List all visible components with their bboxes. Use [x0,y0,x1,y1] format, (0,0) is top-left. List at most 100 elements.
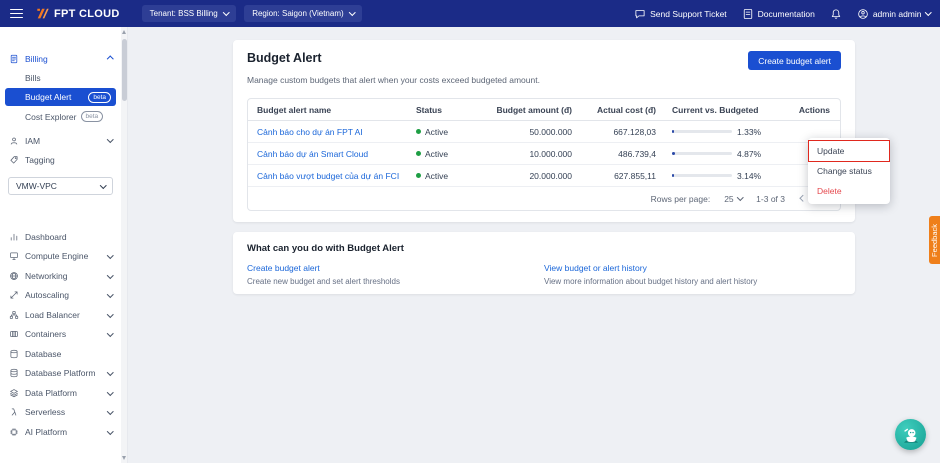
sidebar-item-tagging[interactable]: Tagging [0,150,121,169]
tenant-selector[interactable]: Tenant: BSS Billing [141,5,237,22]
sidebar-item-containers[interactable]: Containers [0,325,121,345]
chevron-up-icon [106,56,113,63]
status-label: Active [425,148,449,159]
sidebar-item-label: Data Platform [25,387,77,398]
help-description: View more information about budget histo… [544,277,758,286]
feedback-label: Feedback [930,223,939,257]
create-budget-alert-button[interactable]: Create budget alert [748,51,841,70]
menu-item-update[interactable]: Update [808,140,890,162]
sidebar-item-ai-platform[interactable]: AI Platform [0,422,121,442]
networking-icon [10,271,18,280]
sidebar-item-load-balancer[interactable]: Load Balancer [0,305,121,325]
chevron-down-icon [106,408,113,415]
serverless-icon [11,408,17,416]
chevron-down-icon [222,9,230,16]
documentation-button[interactable]: Documentation [742,8,815,20]
sidebar-item-database-platform[interactable]: Database Platform [0,364,121,384]
sidebar-item-label: Database Platform [25,368,96,379]
column-header: Status [416,104,442,115]
billing-icon [10,54,18,63]
brand-name: FPT CLOUD [54,7,120,20]
topbar-right: Send Support Ticket Documentation admin … [634,8,931,20]
sidebar-item-dashboard[interactable]: Dashboard [0,227,121,247]
page-subtitle: Manage custom budgets that alert when yo… [247,75,540,85]
chevron-down-icon [106,136,113,143]
avatar-icon [858,8,868,19]
budget-amount: 10.000.000 [529,148,572,159]
iam-icon [10,137,18,144]
region-label: Region: Saigon (Vietnam) [252,9,344,18]
notifications-button[interactable] [830,8,842,20]
sidebar-item-database[interactable]: Database [0,344,121,364]
column-header: Budget alert name [257,104,332,115]
page-title: Budget Alert [247,51,322,65]
assistant-mascot-icon [903,428,918,443]
create-budget-alert-link[interactable]: Create budget alert [247,263,320,273]
chevron-down-icon [106,427,113,434]
send-support-ticket-button[interactable]: Send Support Ticket [634,8,727,20]
sidebar-item-label: Serverless [25,407,66,418]
sidebar-item-data-platform[interactable]: Data Platform [0,383,121,403]
user-menu[interactable]: admin admin [857,8,931,20]
load-balancer-icon [9,310,19,319]
sidebar-item-compute-engine[interactable]: Compute Engine [0,247,121,267]
chevron-down-icon [736,194,744,201]
feedback-tab[interactable]: Feedback [929,216,940,264]
chevron-left-icon [800,195,807,202]
budget-alert-name-link[interactable]: Cảnh báo vượt budget của dự án FCI [257,171,399,181]
hamburger-menu-icon[interactable] [10,8,23,19]
main-content: Budget Alert Create budget alert Manage … [128,27,940,463]
database-platform-icon [10,369,18,378]
table-row: Cảnh báo cho dự án FPT AI Active 50.000.… [248,121,840,143]
budget-amount: 50.000.000 [529,126,572,137]
scrollbar-thumb[interactable] [122,39,127,101]
region-selector[interactable]: Region: Saigon (Vietnam) [244,5,363,22]
rows-per-page-select[interactable]: 25 [724,193,744,204]
dashboard-icon [10,233,18,241]
sidebar-item-billing[interactable]: Billing [0,49,121,68]
assistant-button[interactable] [895,419,926,450]
sidebar-item-autoscaling[interactable]: Autoscaling [0,286,121,306]
column-header: Current vs. Budgeted [672,104,759,115]
previous-page-button[interactable] [799,194,808,203]
budget-alert-name-link[interactable]: Cảnh báo dự án Smart Cloud [257,149,368,159]
beta-badge: beta [80,111,104,122]
rows-per-page-value: 25 [724,193,734,204]
sidebar-item-label: Cost Explorer [25,111,77,122]
help-item: View budget or alert history View more i… [544,263,841,286]
view-history-link[interactable]: View budget or alert history [544,263,647,273]
menu-item-label: Update [817,146,845,156]
sidebar-item-label: Database [25,348,62,359]
budget-alert-name-link[interactable]: Cảnh báo cho dự án FPT AI [257,127,363,137]
sidebar-item-label: Dashboard [25,231,67,242]
sidebar-item-label: Billing [25,53,48,64]
sidebar-item-label: Autoscaling [25,290,69,301]
scroll-up-icon[interactable] [122,30,127,34]
percent-label: 3.14% [737,170,762,181]
sidebar-item-iam[interactable]: IAM [0,131,121,150]
pagination-range: 1-3 of 3 [756,193,785,204]
sidebar-item-label: Compute Engine [25,251,89,262]
tenant-label: Tenant: BSS Billing [149,9,218,18]
sidebar-item-bills[interactable]: Bills [0,68,121,87]
vpc-selector[interactable]: VMW-VPC [8,177,113,195]
scroll-down-icon[interactable] [122,456,127,460]
menu-item-label: Change status [817,166,872,176]
budget-alert-card: Budget Alert Create budget alert Manage … [233,40,855,222]
menu-item-change-status[interactable]: Change status [808,161,890,181]
column-header: Actions [798,104,830,115]
sidebar-item-label: Bills [25,72,41,83]
sidebar-item-serverless[interactable]: Serverless [0,403,121,423]
chevron-down-icon [106,271,113,278]
fpt-cloud-logo[interactable]: FPT CLOUD [36,7,120,21]
chevron-down-icon [924,9,931,16]
help-columns: Create budget alert Create new budget an… [247,263,841,286]
top-navbar: FPT CLOUD Tenant: BSS Billing Region: Sa… [0,0,940,27]
sidebar-item-networking[interactable]: Networking [0,266,121,286]
sidebar-item-cost-explorer[interactable]: Cost Explorer beta [0,107,121,126]
chevron-down-icon [106,369,113,376]
menu-item-delete[interactable]: Delete [808,181,890,201]
sidebar-item-label: Budget Alert [25,92,72,102]
chevron-down-icon [99,181,106,189]
sidebar-item-budget-alert[interactable]: Budget Alert beta [5,88,116,106]
